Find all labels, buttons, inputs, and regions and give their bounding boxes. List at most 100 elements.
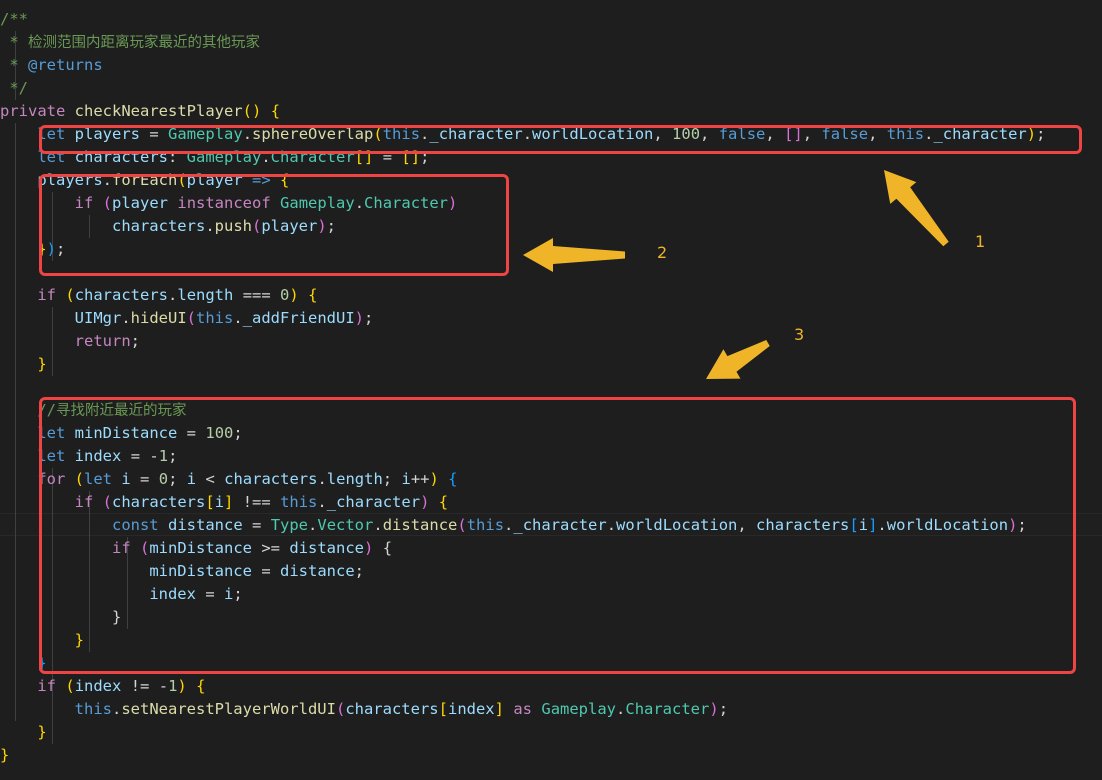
code-token: characters — [74, 148, 168, 166]
code-token: players — [74, 125, 140, 143]
code-token: < — [205, 470, 215, 488]
code-token: _character — [933, 125, 1027, 143]
code-line[interactable]: * @returns — [0, 54, 1102, 77]
code-token: { — [280, 171, 290, 189]
code-token: let — [37, 148, 66, 166]
code-line[interactable]: let minDistance = 100; — [0, 422, 1102, 445]
code-token: ; — [1017, 516, 1027, 534]
code-token: let — [84, 470, 113, 488]
code-line[interactable]: /** — [0, 8, 1102, 31]
code-token: i — [214, 493, 225, 511]
code-token: { — [438, 493, 449, 511]
code-token: . — [205, 217, 215, 235]
code-token: : — [168, 148, 187, 166]
code-line[interactable]: if (index != -1) { — [0, 675, 1102, 698]
code-token: ( — [65, 286, 75, 304]
code-token: ) — [177, 677, 187, 695]
code-line[interactable] — [0, 376, 1102, 399]
code-line[interactable]: */ — [0, 77, 1102, 100]
code-line[interactable]: index = i; — [0, 583, 1102, 606]
code-line[interactable]: if (minDistance >= distance) { — [0, 537, 1102, 560]
code-token: ; — [382, 470, 402, 488]
code-line[interactable]: if (characters.length === 0) { — [0, 284, 1102, 307]
code-token: * — [0, 56, 28, 74]
code-token: characters — [111, 217, 206, 235]
code-token: . — [504, 516, 514, 534]
code-line[interactable]: let players = Gameplay.sphereOverlap(thi… — [0, 123, 1102, 146]
code-token: forEach — [112, 171, 178, 189]
code-line[interactable]: private checkNearestPlayer() { — [0, 100, 1102, 123]
code-token: const — [111, 516, 159, 534]
code-line[interactable]: minDistance = distance; — [0, 560, 1102, 583]
annotation-number-1: 1 — [975, 232, 986, 251]
code-line[interactable]: } — [0, 652, 1102, 675]
code-text-area[interactable]: /** * 检测范围内距离玩家最近的其他玩家 * @returns */ priv… — [0, 0, 1102, 780]
code-token: ] — [224, 493, 234, 511]
code-line[interactable]: return; — [0, 330, 1102, 353]
code-token: { — [382, 539, 393, 557]
code-line[interactable]: }); — [0, 238, 1102, 261]
code-line[interactable]: * 检测范围内距离玩家最近的其他玩家 — [0, 31, 1102, 54]
code-line[interactable]: } — [0, 744, 1102, 767]
code-line[interactable]: let index = -1; — [0, 445, 1102, 468]
code-token: Gameplay — [168, 125, 243, 143]
code-token: let — [37, 424, 66, 442]
code-token: instanceof — [177, 194, 271, 212]
code-token: [ — [438, 700, 448, 718]
code-line[interactable]: const distance = Type.Vector.distance(th… — [0, 514, 1102, 537]
code-token: } — [37, 355, 47, 373]
code-line[interactable]: if (player instanceof Gameplay.Character… — [0, 192, 1102, 215]
code-token: _character — [513, 516, 607, 534]
code-line[interactable]: } — [0, 606, 1102, 629]
code-line[interactable]: //寻找附近最近的玩家 — [0, 399, 1102, 422]
code-token: [ — [354, 148, 365, 166]
code-token: Character — [364, 194, 449, 212]
code-token: >= — [261, 539, 281, 557]
annotation-number-3: 3 — [794, 325, 805, 344]
code-token: 100 — [205, 424, 234, 442]
code-token: [ — [784, 125, 794, 143]
code-token: players — [37, 171, 103, 189]
code-line[interactable]: let characters: Gameplay.Character[] = [… — [0, 146, 1102, 169]
code-token: . — [261, 148, 271, 166]
code-token: ( — [102, 194, 113, 212]
code-token: characters — [224, 470, 318, 488]
code-token: if — [74, 493, 94, 511]
code-token: Type — [270, 516, 309, 534]
code-line[interactable]: } — [0, 353, 1102, 376]
code-token: let — [37, 125, 66, 143]
code-token: if — [37, 677, 56, 695]
code-token: . — [522, 125, 533, 143]
code-line[interactable]: characters.push(player); — [0, 215, 1102, 238]
code-line[interactable]: players.forEach(player => { — [0, 169, 1102, 192]
annotation-number-2: 2 — [657, 243, 668, 262]
code-line[interactable]: if (characters[i] !== this._character) { — [0, 491, 1102, 514]
code-line[interactable]: this.setNearestPlayerWorldUI(characters[… — [0, 698, 1102, 721]
code-token: push — [214, 217, 252, 235]
code-token: false — [718, 125, 766, 143]
code-line[interactable]: } — [0, 721, 1102, 744]
code-token: ; — [168, 447, 178, 465]
code-line[interactable]: for (let i = 0; i < characters.length; i… — [0, 468, 1102, 491]
code-line[interactable] — [0, 261, 1102, 284]
code-token: , — [802, 125, 822, 143]
code-line[interactable]: UIMgr.hideUI(this._addFriendUI); — [0, 307, 1102, 330]
code-line[interactable]: } — [0, 629, 1102, 652]
code-token: , — [737, 516, 757, 534]
